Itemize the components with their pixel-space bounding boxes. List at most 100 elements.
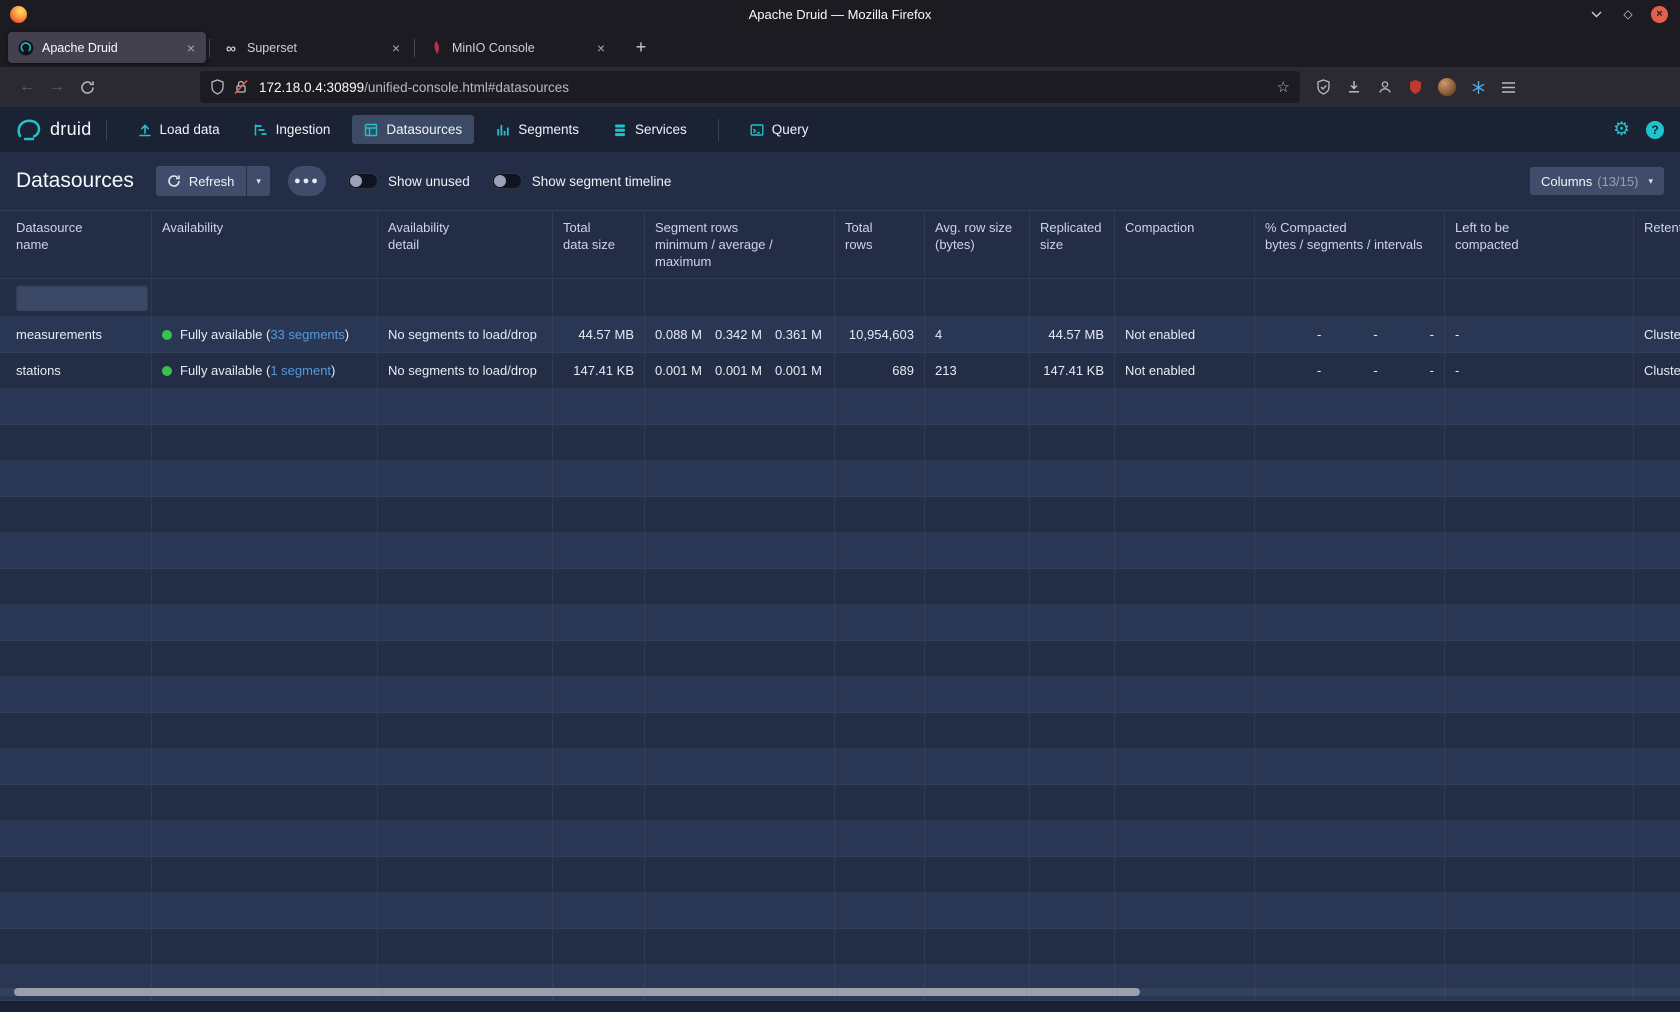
segments-link[interactable]: 33 segments <box>270 327 344 342</box>
help-icon[interactable]: ? <box>1646 121 1664 139</box>
page-title: Datasources <box>16 169 134 193</box>
availability-text: Fully available ( <box>180 327 270 342</box>
header-pct-compacted[interactable]: % Compacted bytes / segments / intervals <box>1255 211 1445 278</box>
header-retention[interactable]: Retention <box>1634 211 1680 278</box>
header-replicated-size[interactable]: Replicated size <box>1030 211 1115 278</box>
datasource-name[interactable]: stations <box>0 353 152 388</box>
druid-nav-bar: druid Load data Ingestion Datasources <box>0 107 1680 152</box>
nav-item-query[interactable]: Query <box>738 115 821 144</box>
table-cell-empty <box>1255 533 1445 568</box>
segments-icon <box>496 123 510 137</box>
nav-item-label: Segments <box>518 122 579 137</box>
table-cell-empty <box>1115 641 1255 676</box>
back-icon[interactable]: ← <box>12 72 42 102</box>
ublock-icon[interactable] <box>1408 79 1423 95</box>
table-cell-empty <box>1255 713 1445 748</box>
replicated-size: 147.41 KB <box>1030 353 1115 388</box>
tab-close-icon[interactable]: × <box>389 40 403 56</box>
close-window-icon[interactable]: × <box>1651 6 1668 23</box>
avatar[interactable] <box>1438 78 1456 96</box>
header-datasource-name[interactable]: Datasource name <box>0 211 152 278</box>
tab-close-icon[interactable]: × <box>594 40 608 56</box>
table-cell-empty <box>152 389 378 424</box>
druid-brand[interactable]: druid <box>16 118 92 141</box>
nav-item-label: Query <box>772 122 809 137</box>
table-cell-empty <box>1115 497 1255 532</box>
table-cell-empty <box>1634 569 1680 604</box>
table-cell-empty <box>925 785 1030 820</box>
header-total-rows[interactable]: Total rows <box>835 211 925 278</box>
superset-favicon-icon: ∞ <box>223 40 239 56</box>
retention[interactable]: Cluster default <box>1634 353 1680 388</box>
datasources-table: Datasource name Availability Availabilit… <box>0 210 1680 1001</box>
tab-close-icon[interactable]: × <box>184 40 198 56</box>
total-rows: 689 <box>835 353 925 388</box>
pct-bytes: - <box>1265 363 1321 378</box>
avg-row-size: 213 <box>925 353 1030 388</box>
show-unused-label: Show unused <box>388 174 470 189</box>
nav-item-segments[interactable]: Segments <box>484 115 591 144</box>
new-tab-button[interactable]: + <box>628 35 654 61</box>
columns-button[interactable]: Columns (13/15) ▾ <box>1530 167 1664 195</box>
tab-superset[interactable]: ∞ Superset × <box>213 32 411 63</box>
header-avg-row-size[interactable]: Avg. row size (bytes) <box>925 211 1030 278</box>
tracking-shield-icon[interactable] <box>210 79 225 95</box>
nav-item-datasources[interactable]: Datasources <box>352 115 474 144</box>
table-cell-empty <box>553 533 645 568</box>
table-cell-empty <box>645 893 835 928</box>
table-cell-empty <box>1445 821 1634 856</box>
pct-segments: - <box>1321 363 1377 378</box>
segments-link[interactable]: 1 segment <box>270 363 331 378</box>
table-cell-empty <box>835 893 925 928</box>
account-icon[interactable] <box>1377 79 1393 95</box>
retention[interactable]: Cluster default <box>1634 317 1680 352</box>
tab-minio-console[interactable]: MinIO Console × <box>418 32 616 63</box>
table-cell-empty <box>835 461 925 496</box>
snowflake-extension-icon[interactable] <box>1471 80 1486 95</box>
header-left-to-compact[interactable]: Left to be compacted <box>1445 211 1634 278</box>
header-availability[interactable]: Availability <box>152 211 378 278</box>
bookmark-star-icon[interactable]: ☆ <box>1277 78 1290 96</box>
settings-gear-icon[interactable]: ⚙ <box>1613 120 1630 139</box>
more-actions-button[interactable]: ●●● <box>288 166 326 196</box>
refresh-button[interactable]: Refresh <box>156 166 247 196</box>
forward-icon[interactable]: → <box>42 72 72 102</box>
header-compaction[interactable]: Compaction <box>1115 211 1255 278</box>
table-cell-empty <box>152 641 378 676</box>
reload-icon[interactable] <box>72 72 102 102</box>
datasource-name[interactable]: measurements <box>0 317 152 352</box>
maximize-icon[interactable]: ◇ <box>1619 5 1637 23</box>
table-cell-empty <box>835 785 925 820</box>
table-cell-empty <box>152 425 378 460</box>
extension-shield-icon[interactable] <box>1316 79 1331 95</box>
table-cell-empty <box>1255 497 1445 532</box>
table-cell-empty <box>1445 893 1634 928</box>
minimize-icon[interactable] <box>1587 5 1605 23</box>
downloads-icon[interactable] <box>1346 79 1362 95</box>
table-cell-empty <box>1634 677 1680 712</box>
horizontal-scrollbar-thumb[interactable] <box>14 988 1140 996</box>
nav-item-load-data[interactable]: Load data <box>126 115 232 144</box>
tab-apache-druid[interactable]: Apache Druid × <box>8 32 206 63</box>
name-filter-input[interactable] <box>16 285 148 311</box>
table-cell-empty <box>645 857 835 892</box>
table-row-empty <box>0 569 1680 605</box>
table-cell-empty <box>925 497 1030 532</box>
nav-item-services[interactable]: Services <box>601 115 699 144</box>
nav-item-ingestion[interactable]: Ingestion <box>242 115 343 144</box>
url-bar[interactable]: 172.18.0.4:30899/unified-console.html#da… <box>200 71 1300 103</box>
header-total-data-size[interactable]: Total data size <box>553 211 645 278</box>
header-segment-rows[interactable]: Segment rows minimum / average / maximum <box>645 211 835 278</box>
show-unused-toggle[interactable] <box>348 173 378 189</box>
table-cell-empty <box>925 821 1030 856</box>
table-cell-empty <box>835 425 925 460</box>
header-availability-detail[interactable]: Availability detail <box>378 211 553 278</box>
insecure-lock-icon[interactable] <box>233 79 249 95</box>
table-cell-empty <box>1255 569 1445 604</box>
table-cell-empty <box>1255 461 1445 496</box>
menu-icon[interactable] <box>1501 81 1516 94</box>
show-timeline-toggle[interactable] <box>492 173 522 189</box>
table-cell-empty <box>1115 425 1255 460</box>
refresh-dropdown-button[interactable]: ▾ <box>246 166 270 196</box>
table-cell-empty <box>378 929 553 964</box>
